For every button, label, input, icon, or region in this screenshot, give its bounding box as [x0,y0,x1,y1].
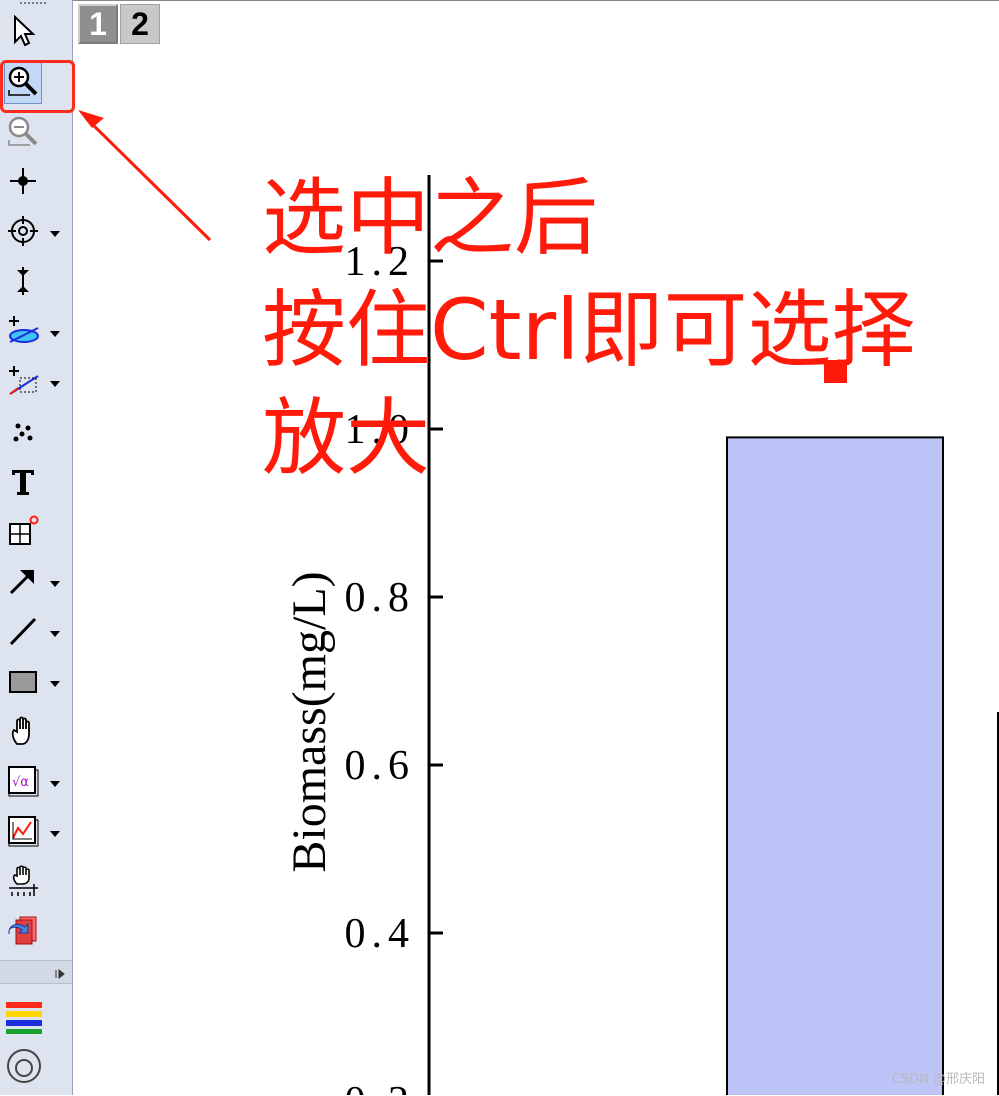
y-tick-label: 0.4 [345,911,416,957]
watermark: CSDN @邢庆阳 [891,1072,985,1087]
bar[interactable] [726,436,944,1095]
bar-chart: 1.21.00.80.60.40.2 Biomass(mg/L) [283,175,999,1095]
selection-handle[interactable] [824,360,847,383]
annotation-line-2: 按住Ctrl即可选择 [262,281,916,379]
y-tick-label: 0.8 [345,575,416,621]
y-tick-label: 0.6 [345,743,416,789]
annotation-line-1: 选中之后 [262,169,599,267]
annotation-line-3: 放大 [262,389,431,487]
y-axis-label: Biomass(mg/L) [283,571,336,872]
highlight-box [0,60,75,113]
y-tick-label: 0.2 [345,1079,416,1095]
